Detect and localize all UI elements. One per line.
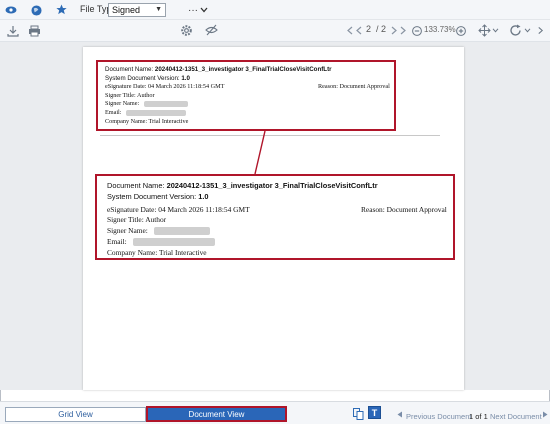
chevron-down-icon[interactable] (199, 5, 209, 15)
last-page-icon[interactable] (399, 25, 407, 35)
signature-block-zoomed: Document Name: 20240412-1351_3_investiga… (95, 174, 455, 260)
redacted-email (126, 109, 187, 116)
redacted-email (132, 238, 215, 247)
hide-icon[interactable] (204, 23, 218, 37)
version-line: System Document Version: 1.0 (107, 192, 443, 203)
page-total: / 2 (376, 24, 387, 34)
reason: Reason: Document Approval (318, 83, 390, 91)
svg-text:T: T (372, 408, 378, 418)
zoom-in-icon[interactable] (455, 25, 466, 36)
globe-icon[interactable] (30, 4, 42, 16)
redacted-name (143, 100, 188, 107)
esign-line: eSignature Date: 04 March 2026 11:18:54 … (105, 83, 390, 92)
doc-name-line: Document Name: 20240412-1351_3_investiga… (105, 66, 387, 75)
first-page-icon[interactable] (346, 25, 354, 35)
chevron-down-icon[interactable] (523, 26, 531, 34)
thumbnail-icon[interactable] (352, 407, 364, 420)
text-icon[interactable]: T (368, 406, 381, 419)
page-current[interactable]: 2 (366, 24, 371, 34)
zoom-value[interactable]: 133.73% (424, 25, 456, 34)
zoom-out-icon[interactable] (411, 25, 422, 36)
next-document-link[interactable]: Next Document (490, 412, 542, 421)
bottom-bar: Grid View Document View T Previous Docum… (0, 401, 550, 424)
prev-page-icon[interactable] (355, 25, 363, 35)
top-toolbar: File Type: Signed ▼ ··· (0, 0, 550, 20)
logo-icon[interactable] (5, 4, 17, 16)
next-page-icon[interactable] (390, 25, 398, 35)
version-value: 1.0 (181, 74, 190, 82)
company: Company Name: Trial Interactive (105, 117, 189, 125)
file-type-value: Signed (112, 5, 141, 15)
signer-title: Signer Title: Author (107, 215, 167, 225)
esign-date: eSignature Date: 04 March 2026 11:18:54 … (105, 83, 225, 91)
document-view-tab[interactable]: Document View (146, 406, 287, 422)
fit-icon[interactable] (477, 23, 491, 37)
version-label: System Document Version: (105, 74, 180, 82)
chevron-right-icon[interactable] (536, 25, 544, 35)
signer-title: Signer Title: Author (105, 91, 155, 99)
doc-name-label: Document Name: (105, 66, 154, 73)
download-icon[interactable] (6, 24, 19, 37)
redacted-name (153, 227, 210, 236)
file-type-select[interactable]: Signed ▼ (108, 3, 166, 17)
chevron-down-icon[interactable] (491, 26, 499, 34)
previous-document-link[interactable]: Previous Document (406, 412, 471, 421)
email-label: Email: (105, 108, 122, 116)
chevron-down-icon: ▼ (155, 6, 162, 13)
signer-name-label: Signer Name: (105, 100, 140, 108)
version-label: System Document Version: (107, 191, 197, 201)
signer-name-label: Signer Name: (107, 226, 148, 236)
version-value: 1.0 (198, 191, 209, 201)
esign-line: eSignature Date: 04 March 2026 11:18:54 … (107, 204, 447, 216)
previous-arrow-icon[interactable] (396, 410, 403, 418)
email-label: Email: (107, 236, 127, 246)
signature-block: Document Name: 20240412-1351_3_investiga… (96, 60, 396, 131)
company: Company Name: Trial Interactive (107, 247, 207, 257)
settings-gear-icon[interactable] (179, 23, 193, 37)
signer-name-line: Signer Name: (105, 100, 387, 109)
next-arrow-icon[interactable] (541, 410, 548, 418)
doc-name-label: Document Name: (107, 181, 165, 190)
doc-name-line: Document Name: 20240412-1351_3_investiga… (107, 181, 443, 192)
email-line: Email: (105, 109, 387, 118)
esign-date: eSignature Date: 04 March 2026 11:18:54 … (107, 204, 250, 214)
version-line: System Document Version: 1.0 (105, 75, 387, 84)
more-icon[interactable]: ··· (186, 5, 200, 16)
print-icon[interactable] (28, 24, 41, 37)
email-line: Email: (107, 237, 443, 248)
reason: Reason: Document Approval (361, 204, 447, 214)
doc-name-value: 20240412-1351_3_investigator 3_FinalTria… (166, 181, 378, 190)
document-position: 1 of 1 (469, 412, 488, 421)
signer-name-line: Signer Name: (107, 226, 443, 237)
document-toolbar: 2 / 2 (0, 20, 550, 42)
star-icon[interactable] (55, 3, 67, 15)
grid-view-tab[interactable]: Grid View (5, 407, 146, 422)
page-divider (100, 135, 440, 136)
doc-name-value: 20240412-1351_3_investigator 3_FinalTria… (154, 66, 332, 73)
rotate-icon[interactable] (508, 23, 522, 37)
